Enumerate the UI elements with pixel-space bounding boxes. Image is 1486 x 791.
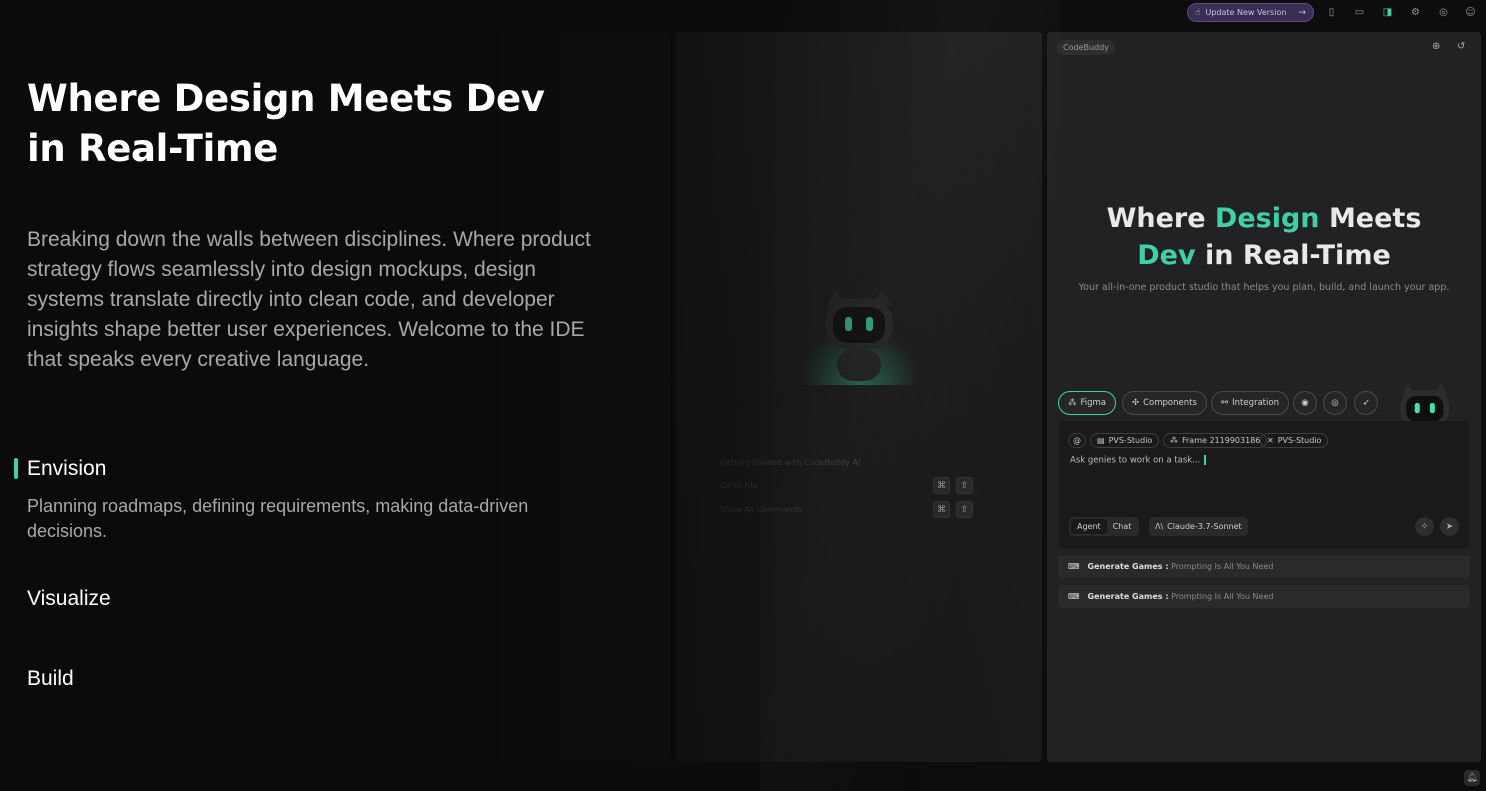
- chat-mode-tab[interactable]: Chat: [1107, 519, 1138, 534]
- welcome-heading: Getting Started with CodeBuddy AI: [720, 458, 861, 467]
- hero-title: Where Design Meets Dev in Real-Time: [27, 77, 545, 170]
- camera-icon[interactable]: ◉: [1293, 391, 1317, 415]
- bell-icon[interactable]: 🔔︎: [1464, 770, 1480, 786]
- arrow-right-icon: →: [1298, 7, 1306, 18]
- command-key-icon: ⌘: [933, 501, 950, 518]
- step-build[interactable]: Build: [27, 667, 74, 691]
- suggestion-item[interactable]: ⌨ Generate Games : Prompting Is All You …: [1058, 585, 1470, 608]
- warning-count[interactable]: ⓘ 0: [524, 772, 541, 783]
- send-icon[interactable]: ➤: [1440, 517, 1459, 536]
- history-icon[interactable]: ↺: [1457, 41, 1465, 52]
- editor-pane: [676, 32, 1042, 762]
- user-icon[interactable]: ☺: [1462, 4, 1479, 21]
- prompt-input[interactable]: Ask genies to work on a task...: [1070, 455, 1206, 466]
- figma-chip[interactable]: ⁂ Figma: [1058, 391, 1117, 415]
- assistant-title: Where Design Meets Dev in Real-Time: [1106, 203, 1422, 271]
- anthropic-icon: Λ\: [1155, 522, 1164, 531]
- active-step-indicator: [14, 458, 18, 479]
- show-all-commands-link[interactable]: Show All Commands: [720, 505, 802, 514]
- book-icon: ▤: [1097, 436, 1105, 445]
- shift-key-icon: ⇧: [956, 501, 973, 518]
- eye-icon[interactable]: ◎: [1323, 391, 1347, 415]
- gamepad-icon: ⌨: [1068, 562, 1080, 571]
- at-mention-icon[interactable]: @: [1068, 433, 1086, 448]
- figma-icon: ⁂: [1170, 436, 1178, 445]
- step-envision[interactable]: Envision: [27, 457, 106, 481]
- panel-bottom-icon[interactable]: ▭: [1351, 4, 1368, 21]
- components-chip[interactable]: ✣ Components: [1122, 391, 1207, 415]
- pointer-hand-icon: ☝: [1195, 7, 1201, 18]
- assistant-subtitle: Your all-in-one product studio that help…: [1078, 282, 1450, 293]
- update-version-label: Update New Version: [1205, 8, 1287, 17]
- sparkle-icon[interactable]: ✧: [1415, 517, 1434, 536]
- context-tag[interactable]: ▤ PVS-Studio: [1090, 433, 1160, 448]
- codebuddy-tag: CodeBuddy: [1057, 40, 1115, 55]
- step-envision-description: Planning roadmaps, defining requirements…: [27, 496, 529, 541]
- update-version-button[interactable]: ☝ Update New Version →: [1187, 3, 1314, 22]
- error-icon: ⊗: [482, 772, 489, 781]
- integration-icon: ⚯: [1221, 398, 1229, 408]
- step-visualize[interactable]: Visualize: [27, 587, 111, 611]
- rocket-icon[interactable]: ➶: [1354, 391, 1378, 415]
- agent-mode-tab[interactable]: Agent: [1071, 519, 1107, 534]
- context-tag[interactable]: ✕ PVS-Studio: [1260, 433, 1329, 448]
- globe-icon[interactable]: ◎: [1435, 4, 1452, 21]
- hero-description: Breaking down the walls between discipli…: [27, 228, 591, 371]
- mode-toggle[interactable]: Agent Chat: [1069, 517, 1140, 536]
- command-key-icon: ⌘: [933, 477, 950, 494]
- robot-mascot-icon: [799, 285, 919, 385]
- new-chat-icon[interactable]: ⊕: [1432, 41, 1440, 52]
- context-tag[interactable]: ⁂ Frame 2119903186: [1163, 433, 1268, 448]
- status-bar: ⊗ 0 ⓘ 0: [466, 766, 1486, 791]
- integration-chip[interactable]: ⚯ Integration: [1211, 391, 1289, 415]
- close-icon: ✕: [1267, 436, 1274, 445]
- figma-icon: ⁂: [1068, 398, 1077, 408]
- gamepad-icon: ⌨: [1068, 592, 1080, 601]
- suggestion-item[interactable]: ⌨ Generate Games : Prompting Is All You …: [1058, 555, 1470, 578]
- error-count[interactable]: ⊗ 0: [482, 772, 498, 781]
- model-selector[interactable]: Λ\ Claude-3.7-Sonnet: [1149, 517, 1248, 536]
- shift-key-icon: ⇧: [956, 477, 973, 494]
- panel-left-icon[interactable]: ▯: [1323, 4, 1340, 21]
- go-to-file-link[interactable]: Go to File: [720, 481, 758, 490]
- ide-topbar: ☝ Update New Version → ▯ ▭ ◨ ⚙ ◎ ☺: [0, 0, 1486, 26]
- components-icon: ✣: [1132, 398, 1140, 408]
- gear-icon[interactable]: ⚙: [1407, 4, 1424, 21]
- warning-icon: ⓘ: [524, 773, 532, 782]
- panel-right-icon[interactable]: ◨: [1379, 4, 1396, 21]
